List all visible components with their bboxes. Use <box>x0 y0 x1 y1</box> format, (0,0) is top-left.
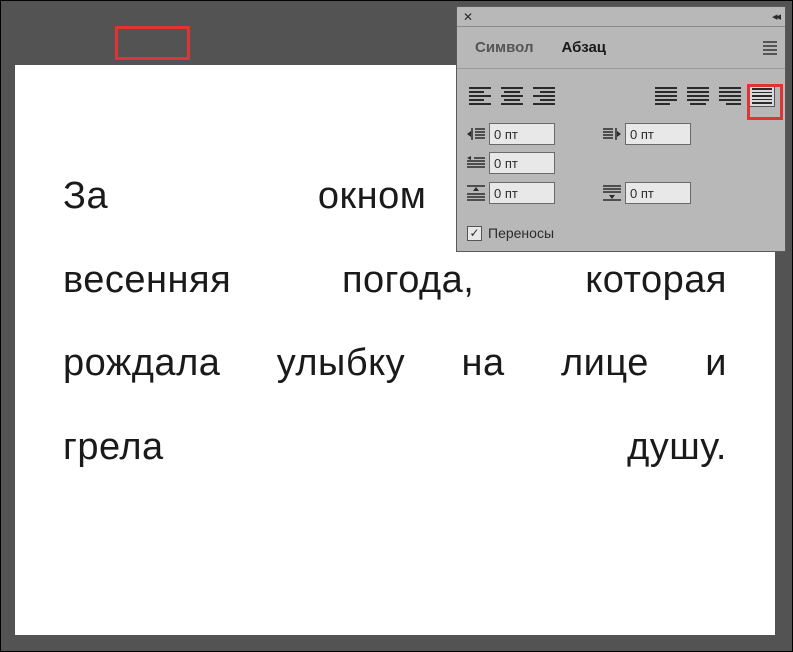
justify-last-center-icon[interactable] <box>685 85 711 107</box>
left-indent-icon <box>467 126 485 142</box>
highlight-tab-paragraph <box>115 26 190 60</box>
align-left-icon[interactable] <box>467 85 493 107</box>
panel-tabs: Символ Абзац <box>457 27 785 69</box>
collapse-icon[interactable]: ◂◂ <box>772 10 779 23</box>
right-indent-field <box>603 123 691 145</box>
first-line-indent-icon <box>467 155 485 171</box>
hyphenation-row: ✓ Переносы <box>457 221 785 251</box>
space-after-icon <box>603 185 621 201</box>
close-icon[interactable]: ✕ <box>463 10 473 24</box>
space-after-field <box>603 182 691 204</box>
tab-symbol[interactable]: Символ <box>461 31 548 64</box>
right-indent-icon <box>603 126 621 142</box>
panel-header: ✕ ◂◂ <box>457 7 785 27</box>
space-after-input[interactable] <box>625 182 691 204</box>
panel-menu-icon[interactable] <box>763 41 785 55</box>
paragraph-panel: ✕ ◂◂ Символ Абзац <box>456 6 786 252</box>
space-before-icon <box>467 185 485 201</box>
tab-paragraph[interactable]: Абзац <box>548 31 621 64</box>
align-right-icon[interactable] <box>531 85 557 107</box>
indent-section <box>457 119 785 221</box>
hyphenation-checkbox[interactable]: ✓ <box>467 226 482 241</box>
space-before-field <box>467 182 555 204</box>
justify-all-icon[interactable] <box>749 85 775 107</box>
justify-last-left-icon[interactable] <box>653 85 679 107</box>
left-indent-field <box>467 123 555 145</box>
align-center-icon[interactable] <box>499 85 525 107</box>
first-line-indent-input[interactable] <box>489 152 555 174</box>
hyphenation-label: Переносы <box>488 225 554 241</box>
justify-last-right-icon[interactable] <box>717 85 743 107</box>
first-line-indent-field <box>467 152 555 174</box>
right-indent-input[interactable] <box>625 123 691 145</box>
left-indent-input[interactable] <box>489 123 555 145</box>
space-before-input[interactable] <box>489 182 555 204</box>
alignment-row <box>457 69 785 119</box>
